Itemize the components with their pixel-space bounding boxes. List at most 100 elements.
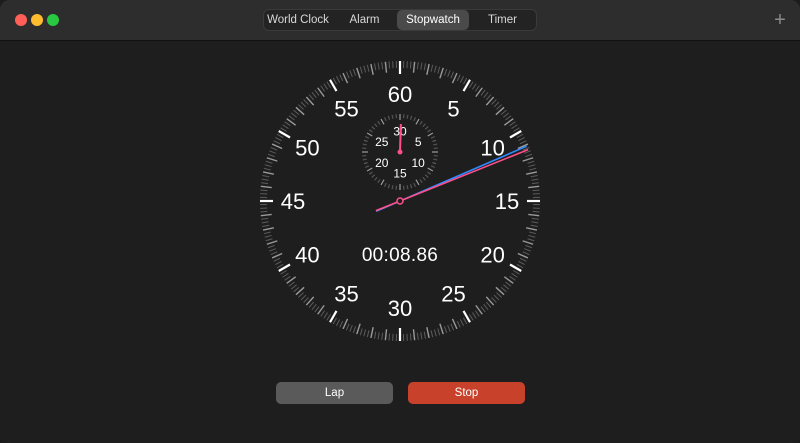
dial-tick — [522, 251, 530, 256]
dial-tick — [265, 238, 273, 242]
dial-tick — [262, 174, 270, 178]
dial-tick — [518, 136, 525, 142]
dial-tick — [262, 224, 270, 228]
dial-tick — [276, 264, 284, 269]
dial-tick — [267, 244, 275, 249]
dial-tick — [430, 330, 434, 338]
dial-tick — [314, 89, 320, 96]
dial-tick — [352, 326, 357, 334]
maximize-window-button[interactable] — [47, 14, 59, 26]
dial-tick — [472, 83, 477, 90]
dial-tick — [282, 273, 289, 278]
dial-tick — [532, 189, 540, 192]
subdial-tick — [419, 179, 423, 184]
dial-tick — [265, 160, 273, 164]
dial-tick — [323, 312, 328, 319]
dial-tick — [384, 61, 388, 73]
dial-tick — [280, 127, 287, 132]
subdial-tick — [422, 176, 426, 181]
subdial-tick — [415, 118, 420, 125]
lap-button[interactable]: Lap — [276, 382, 393, 404]
dial-tick — [260, 213, 272, 217]
dial-tick — [522, 157, 534, 162]
dial-tick — [513, 127, 520, 132]
dial-tick — [275, 260, 282, 266]
dial-tick — [433, 329, 437, 337]
subdial-tick — [387, 115, 391, 120]
subdial-tick — [374, 123, 378, 128]
subdial-tick — [424, 174, 429, 178]
tab-timer[interactable]: Timer — [469, 10, 536, 30]
subdial-tick — [430, 135, 435, 139]
dial-tick — [271, 252, 283, 259]
dial-tick — [349, 324, 353, 332]
dial-tick — [416, 62, 419, 70]
dial-label: 30 — [388, 296, 412, 321]
subdial-label: 15 — [393, 167, 407, 181]
dial-tick — [437, 66, 441, 74]
dial-tick — [451, 318, 458, 330]
dial-tick — [273, 257, 281, 262]
dial-tick — [263, 231, 271, 235]
dial-tick — [516, 133, 524, 138]
analog-stopwatch-dial: 6051015202530354045505530510152025 — [260, 61, 540, 341]
dial-tick — [485, 94, 492, 101]
subdial-tick — [406, 114, 409, 119]
dial-label: 5 — [447, 96, 459, 121]
dial-tick — [511, 273, 518, 278]
dial-tick — [264, 164, 272, 168]
dial-tick — [505, 281, 512, 287]
close-window-button[interactable] — [15, 14, 27, 26]
subdial-label: 25 — [375, 135, 389, 149]
seconds-hand-pivot — [396, 197, 404, 205]
dial-tick — [300, 101, 307, 108]
dial-tick — [412, 329, 416, 341]
dial-tick — [377, 62, 380, 70]
tab-world-clock[interactable]: World Clock — [264, 10, 332, 30]
subdial-tick — [432, 139, 437, 143]
dial-tick — [420, 332, 423, 340]
dial-tick — [439, 323, 444, 335]
subdial-tick — [368, 129, 373, 133]
dial-tick — [276, 133, 284, 138]
minute-hand-pivot — [397, 149, 403, 155]
dial-tick — [311, 304, 317, 311]
dial-tick — [273, 140, 281, 145]
dial-tick — [332, 317, 337, 325]
dial-tick — [527, 160, 535, 164]
tab-bar: World Clock Alarm Stopwatch Timer — [263, 9, 537, 31]
dial-label: 40 — [295, 243, 319, 268]
dial-tick — [423, 63, 427, 71]
dial-tick — [356, 323, 361, 335]
subdial-tick — [427, 167, 434, 172]
stop-button[interactable]: Stop — [408, 382, 525, 404]
dial-tick — [308, 94, 315, 101]
dial-tick — [469, 314, 474, 321]
dial-tick — [323, 83, 328, 90]
dial-tick — [261, 221, 269, 224]
dial-tick — [269, 248, 277, 252]
dial-tick — [496, 292, 502, 298]
dial-tick — [356, 67, 361, 79]
dial-tick — [275, 136, 282, 142]
dial-tick — [450, 71, 455, 79]
dial-tick — [363, 329, 367, 337]
dial-tick — [290, 284, 297, 290]
tab-stopwatch[interactable]: Stopwatch — [397, 10, 469, 30]
subdial-tick — [368, 171, 373, 175]
tab-alarm[interactable]: Alarm — [332, 10, 397, 30]
dial-tick — [529, 231, 537, 235]
minimize-window-button[interactable] — [31, 14, 43, 26]
subdial-tick — [432, 161, 437, 165]
dial-tick — [483, 91, 489, 98]
dial-tick — [261, 217, 269, 220]
dial-tick — [270, 251, 278, 256]
dial-label: 25 — [441, 282, 465, 307]
dial-tick — [332, 77, 337, 85]
dial-tick — [300, 294, 307, 301]
dial-tick — [349, 70, 353, 78]
dial-tick — [522, 240, 534, 245]
dial-tick — [531, 217, 539, 220]
dial-tick — [528, 164, 536, 168]
plus-icon[interactable]: + — [770, 10, 790, 30]
